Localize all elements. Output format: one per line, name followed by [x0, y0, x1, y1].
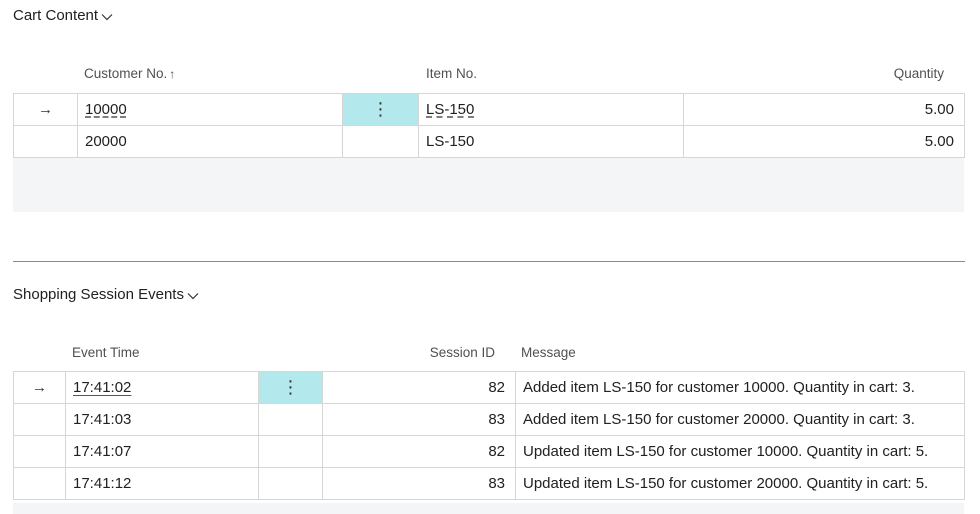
row-actions-cell[interactable] — [258, 403, 323, 436]
session-id-cell[interactable]: 83 — [322, 467, 516, 500]
table-row[interactable]: 17:41:07 82 Updated item LS-150 for cust… — [13, 435, 965, 468]
quantity-cell[interactable]: 5.00 — [683, 125, 965, 158]
item-no-cell[interactable]: LS-150 — [418, 93, 684, 126]
cart-content-header[interactable]: Cart Content — [13, 7, 114, 24]
table-row[interactable]: → 17:41:02 ⋮ 82 Added item LS-150 for cu… — [13, 371, 965, 404]
shopping-session-events-header[interactable]: Shopping Session Events — [13, 286, 200, 303]
row-pointer-cell — [13, 467, 66, 500]
row-pointer-icon: → — [13, 371, 66, 404]
column-header-session-id[interactable]: Session ID — [395, 345, 495, 360]
row-actions-cell[interactable] — [342, 125, 419, 158]
column-header-message[interactable]: Message — [521, 345, 576, 360]
row-actions-icon[interactable]: ⋮ — [342, 93, 419, 126]
cart-empty-area — [13, 158, 964, 212]
session-id-cell[interactable]: 82 — [322, 371, 516, 404]
table-row[interactable]: 17:41:03 83 Added item LS-150 for custom… — [13, 403, 965, 436]
session-id-cell[interactable]: 82 — [322, 435, 516, 468]
row-actions-icon[interactable]: ⋮ — [258, 371, 323, 404]
message-cell[interactable]: Updated item LS-150 for customer 10000. … — [515, 435, 965, 468]
chevron-down-icon[interactable] — [100, 10, 114, 24]
sort-ascending-icon: ↑ — [169, 67, 176, 81]
message-cell[interactable]: Updated item LS-150 for customer 20000. … — [515, 467, 965, 500]
event-time-cell[interactable]: 17:41:12 — [65, 467, 259, 500]
event-time-link[interactable]: 17:41:02 — [73, 379, 131, 396]
table-row[interactable]: 20000 LS-150 5.00 — [13, 125, 965, 158]
column-header-customer-no[interactable]: Customer No. ↑ — [84, 66, 175, 81]
row-pointer-cell — [13, 435, 66, 468]
cart-content-title: Cart Content — [13, 7, 99, 24]
row-pointer-cell — [13, 125, 78, 158]
row-actions-cell[interactable] — [258, 435, 323, 468]
customer-no-cell[interactable]: 10000 — [77, 93, 343, 126]
customer-no-cell[interactable]: 20000 — [77, 125, 343, 158]
cart-content-table: → 10000 ⋮ LS-150 5.00 20000 LS-150 5.00 — [13, 93, 965, 158]
chevron-down-icon[interactable] — [186, 289, 200, 303]
item-no-link[interactable]: LS-150 — [426, 101, 474, 118]
events-empty-area — [13, 503, 964, 514]
message-cell[interactable]: Added item LS-150 for customer 10000. Qu… — [515, 371, 965, 404]
item-no-cell[interactable]: LS-150 — [418, 125, 684, 158]
message-cell[interactable]: Added item LS-150 for customer 20000. Qu… — [515, 403, 965, 436]
event-time-cell[interactable]: 17:41:07 — [65, 435, 259, 468]
column-header-item-no[interactable]: Item No. — [426, 66, 477, 81]
section-divider — [13, 261, 965, 262]
event-time-cell[interactable]: 17:41:03 — [65, 403, 259, 436]
row-pointer-cell — [13, 403, 66, 436]
row-actions-cell[interactable] — [258, 467, 323, 500]
quantity-cell[interactable]: 5.00 — [683, 93, 965, 126]
table-row[interactable]: → 10000 ⋮ LS-150 5.00 — [13, 93, 965, 126]
column-header-customer-no-label: Customer No. — [84, 66, 168, 81]
column-header-quantity[interactable]: Quantity — [850, 66, 944, 81]
row-pointer-icon: → — [13, 93, 78, 126]
event-time-cell[interactable]: 17:41:02 — [65, 371, 259, 404]
shopping-session-events-title: Shopping Session Events — [13, 286, 184, 303]
shopping-session-events-table: → 17:41:02 ⋮ 82 Added item LS-150 for cu… — [13, 371, 965, 500]
table-row[interactable]: 17:41:12 83 Updated item LS-150 for cust… — [13, 467, 965, 500]
session-id-cell[interactable]: 83 — [322, 403, 516, 436]
column-header-event-time[interactable]: Event Time — [72, 345, 140, 360]
customer-no-link[interactable]: 10000 — [85, 101, 127, 118]
